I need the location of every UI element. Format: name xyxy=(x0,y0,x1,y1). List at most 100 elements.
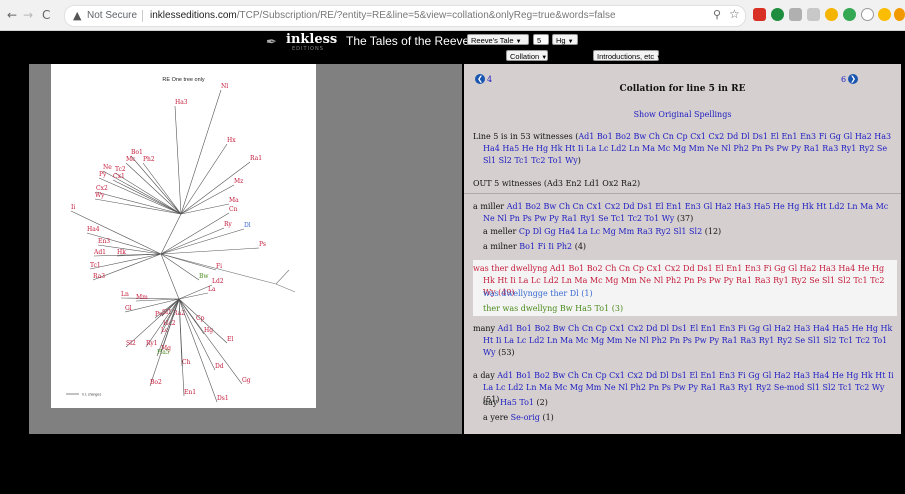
variant-count: (12) xyxy=(704,227,722,236)
extension-chrome-icon[interactable] xyxy=(825,8,838,21)
tree-leaf-label: Ma xyxy=(229,197,239,204)
witness-select[interactable]: Hg ▼ xyxy=(552,34,578,45)
tree-leaf-label: Ds1 xyxy=(217,395,229,402)
variant-sigla[interactable]: Ha5 To1 xyxy=(500,398,534,407)
tree-leaf-label: Ld2 xyxy=(212,278,224,285)
reading-lemma: a day xyxy=(473,371,495,380)
show-original-link[interactable]: Show Original Spellings xyxy=(464,110,901,119)
extension-leaf-icon[interactable] xyxy=(843,8,856,21)
variant-reading: a yere Se-orig (1) xyxy=(483,412,888,424)
next-line-icon[interactable]: ❯ xyxy=(848,74,858,84)
security-label[interactable]: Not Secure xyxy=(87,10,137,21)
summary-suffix: ) xyxy=(577,156,581,165)
extension-red-icon[interactable] xyxy=(753,8,766,21)
tree-leaf-label: Cx2 xyxy=(96,185,108,192)
tree-leaf-label: Ch xyxy=(182,359,191,366)
tree-leaf-label: Ra1 xyxy=(250,155,262,162)
divider xyxy=(464,193,901,194)
chevron-down-icon: ▼ xyxy=(515,39,522,45)
zoom-icon[interactable]: ⚲ xyxy=(713,8,721,21)
variant-count: (1) xyxy=(581,289,593,298)
introductions-select[interactable]: Introductions, etc ▼ xyxy=(593,50,662,61)
tree-leaf-label: Cx1 xyxy=(113,173,125,180)
url-text[interactable]: inklesseditions.com/TCP/Subscription/RE/… xyxy=(150,10,616,21)
line-number-input[interactable]: 5 xyxy=(533,34,549,45)
address-bar[interactable]: ▲ Not Secure inklesseditions.com/TCP/Sub… xyxy=(64,5,746,27)
tree-leaf-label: Hx xyxy=(227,137,236,144)
tree-branch xyxy=(142,162,182,215)
tree-leaf-label: Gg xyxy=(242,377,251,384)
page-footer-area xyxy=(0,434,905,494)
witness-select-value: Hg xyxy=(556,36,566,45)
quill-logo-icon: ✒ xyxy=(266,35,277,50)
extension-gray-icon[interactable] xyxy=(789,8,802,21)
tree-branch xyxy=(178,292,209,300)
back-arrow-icon[interactable]: ← xyxy=(7,8,17,22)
inkless-logo[interactable]: inkless xyxy=(286,32,337,47)
variant-count: (1) xyxy=(542,413,554,422)
tree-image[interactable]: RE One tree only Nl Ha3 Hx Ra1 Bo1 Mc Ph2 Mz Ne T… xyxy=(51,64,316,408)
forward-arrow-icon[interactable]: → xyxy=(23,8,33,22)
tree-leaf-label: Ps xyxy=(259,241,266,248)
view-select-value: Collation xyxy=(510,52,540,61)
variant-sigla[interactable]: Cp Dl Gg Ha4 La Lc Mg Mm Ra3 Ry2 Sl1 Sl2 xyxy=(519,227,702,236)
next-line-link[interactable]: 6 xyxy=(841,75,846,84)
tree-branch xyxy=(160,253,217,271)
variant-lemma: a yere xyxy=(483,413,509,422)
variant-sigla[interactable]: Bw Ha5 To1 xyxy=(560,304,609,313)
url-divider xyxy=(142,10,143,22)
prev-line-link[interactable]: 4 xyxy=(487,75,492,84)
extension-green-icon[interactable] xyxy=(771,8,784,21)
introductions-select-value: Introductions, etc xyxy=(597,52,655,61)
reading-sigla[interactable]: Ad1 Bo1 Bo2 Bw Ch Cn Cp Cx1 Cx2 Dd Dl Ds… xyxy=(483,324,892,357)
variant-reading: ther was dwellyng Bw Ha5 To1 (3) xyxy=(483,303,888,315)
scale-bar-label: 0.1 changes xyxy=(82,393,101,397)
summary-prefix: Line 5 is in 53 witnesses ( xyxy=(473,132,579,141)
reading-sigla[interactable]: Ad1 Bo1 Bo2 Bw Ch Cn Cp Cx1 Cx2 Dd Dl Ds… xyxy=(483,371,894,392)
variant-sigla[interactable]: Se-orig xyxy=(511,413,540,422)
tree-leaf-label: Ha4 xyxy=(87,226,100,233)
tree-leaf-label: Ry xyxy=(224,221,232,228)
tree-branch xyxy=(275,283,296,293)
extension-page-icon[interactable] xyxy=(807,8,820,21)
extension-circle-icon[interactable] xyxy=(861,8,874,21)
tale-select[interactable]: Reeve's Tale ▼ xyxy=(467,34,529,45)
url-path: /TCP/Subscription/RE/?entity=RE&line=5&v… xyxy=(236,10,616,21)
tree-leaf-label: Ad1 xyxy=(93,249,106,256)
warning-icon[interactable]: ▲ xyxy=(73,9,81,22)
variant-reading: was dwellyngge ther Dl (1) xyxy=(483,288,888,300)
tree-branch xyxy=(160,228,245,255)
variant-lemma: ther was dwellyng xyxy=(483,304,558,313)
tree-leaf-label: Bo2 xyxy=(150,379,162,386)
variant-reading: day Ha5 To1 (2) xyxy=(483,397,888,409)
tree-leaf-label: En1 xyxy=(184,389,196,396)
tree-leaf-label: Dd xyxy=(215,363,224,370)
reading-count: (37) xyxy=(676,214,694,223)
bookmark-star-icon[interactable]: ☆ xyxy=(729,7,740,21)
tree-leaf-label: Ii xyxy=(71,204,75,211)
tree-branch xyxy=(174,105,182,215)
tree-branch xyxy=(130,155,182,215)
variant-reading: a milner Bo1 Fi Ii Ph2 (4) xyxy=(483,241,888,253)
tree-leaf-label: Ph2 xyxy=(143,156,155,163)
profile-avatar-icon[interactable] xyxy=(894,8,905,21)
tree-leaf-label: Sl2 xyxy=(126,340,136,347)
variant-lemma: day xyxy=(483,398,498,407)
variant-count: (3) xyxy=(611,304,624,313)
variant-sigla[interactable]: Bo1 Fi Ii Ph2 xyxy=(519,242,572,251)
reload-icon[interactable]: C xyxy=(42,8,50,22)
tree-leaf-label: Ln xyxy=(121,291,129,298)
tree-leaf-label: Ne xyxy=(103,164,112,171)
view-select[interactable]: Collation ▼ xyxy=(506,50,548,61)
tree-leaf-label: Py xyxy=(99,171,107,178)
tree-leaf-label: La xyxy=(208,286,216,293)
tree-branch xyxy=(275,269,290,285)
prev-line-icon[interactable]: ❮ xyxy=(475,74,485,84)
tree-leaf-label: Mc xyxy=(126,156,136,163)
variant-sigla[interactable]: Dl xyxy=(570,289,579,298)
tree-leaf-label: Dl xyxy=(244,222,251,229)
variant-lemma: was dwellyngge ther xyxy=(483,289,568,298)
reading-lemma: was ther dwellyng xyxy=(473,264,548,273)
chevron-down-icon: ▼ xyxy=(541,55,548,61)
extension-multicolor-icon[interactable] xyxy=(878,8,891,21)
